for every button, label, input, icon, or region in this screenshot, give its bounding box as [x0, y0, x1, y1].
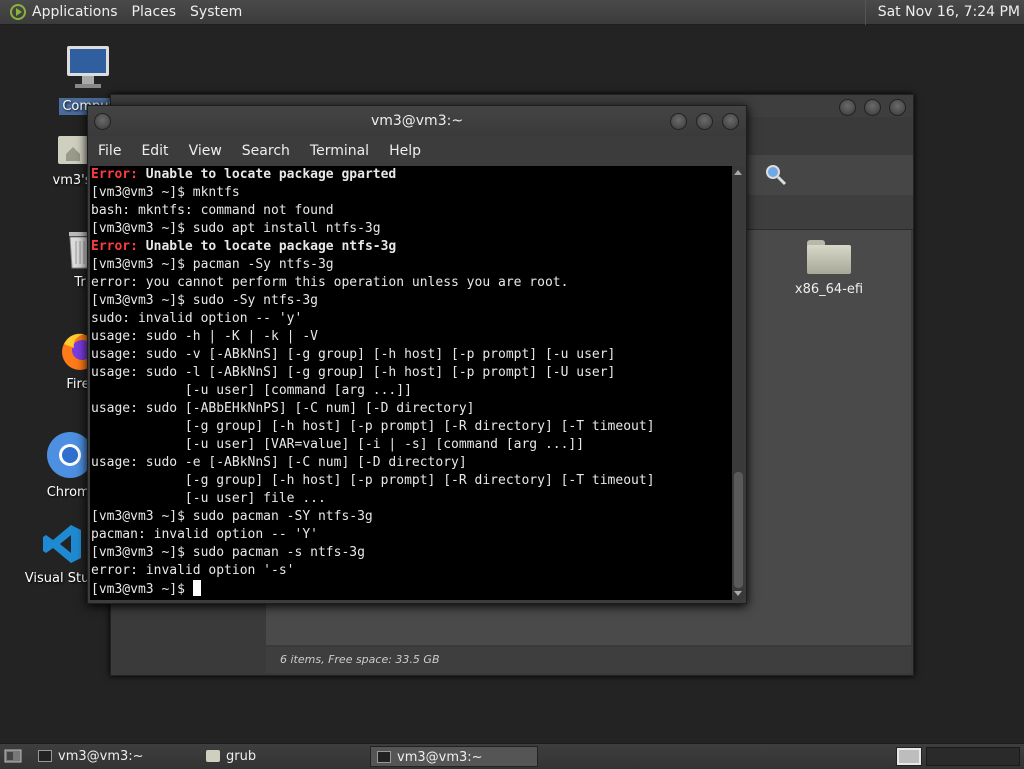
terminal-line-text: [-g group] [-h host] [-p prompt] [-R dir… [91, 419, 655, 434]
folder-item[interactable]: x86_64-efi [774, 240, 884, 297]
workspace-area[interactable] [926, 747, 1020, 766]
terminal-line-text: [vm3@vm3 ~]$ [91, 582, 193, 597]
error-tag: Error: [91, 239, 138, 254]
taskbar-item-terminal-2[interactable]: vm3@vm3:~ [370, 746, 538, 767]
window-title[interactable]: vm3@vm3:~ [88, 106, 746, 136]
terminal-line: [-u user] [command [arg ...]] [91, 382, 732, 400]
terminal-line: sudo: invalid option -- 'y' [91, 310, 732, 328]
terminal-line-text: [vm3@vm3 ~]$ pacman -Sy ntfs-3g [91, 257, 334, 272]
terminal-line: [-u user] [VAR=value] [-i | -s] [command… [91, 436, 732, 454]
computer-icon [67, 46, 109, 88]
menu-file[interactable]: File [98, 143, 121, 159]
folder-icon [206, 750, 220, 762]
terminal-line: [-g group] [-h host] [-p prompt] [-R dir… [91, 472, 732, 490]
terminal-line-text: error: you cannot perform this operation… [91, 275, 569, 290]
terminal-line-text: sudo: invalid option -- 'y' [91, 311, 303, 326]
close-button[interactable] [722, 113, 739, 130]
terminal-line: usage: sudo [-ABbEHkNnPS] [-C num] [-D d… [91, 400, 732, 418]
terminal-line: [vm3@vm3 ~]$ pacman -Sy ntfs-3g [91, 256, 732, 274]
terminal-line-text: [-g group] [-h host] [-p prompt] [-R dir… [91, 473, 655, 488]
clock[interactable]: Sat Nov 16, 7:24 PM [864, 0, 1020, 25]
terminal-icon [38, 750, 52, 762]
scroll-up-arrow-icon[interactable] [734, 170, 742, 175]
terminal-line-text: [vm3@vm3 ~]$ mkntfs [91, 185, 240, 200]
terminal-line: [vm3@vm3 ~]$ [91, 580, 732, 598]
terminal-line-text: usage: sudo -l [-ABkNnS] [-g group] [-h … [91, 365, 616, 380]
terminal-line-text: Unable to locate package gparted [137, 167, 397, 182]
menu-places[interactable]: Places [132, 4, 177, 20]
error-tag: Error: [91, 167, 138, 182]
terminal-line: pacman: invalid option -- 'Y' [91, 526, 732, 544]
show-desktop-icon[interactable] [4, 748, 22, 764]
terminal-line-text: [-u user] [command [arg ...]] [91, 383, 412, 398]
taskbar-item-label: vm3@vm3:~ [58, 749, 144, 764]
close-button[interactable] [889, 99, 906, 116]
terminal-line: [vm3@vm3 ~]$ sudo pacman -s ntfs-3g [91, 544, 732, 562]
terminal-line-text: usage: sudo -e [-ABkNnS] [-C num] [-D di… [91, 455, 467, 470]
terminal-window[interactable]: vm3@vm3:~ File Edit View Search Terminal… [87, 105, 747, 604]
taskbar-item-label: grub [226, 749, 257, 764]
scroll-down-arrow-icon[interactable] [734, 591, 742, 596]
taskbar-item-terminal-1[interactable]: vm3@vm3:~ [32, 746, 200, 767]
terminal-line: usage: sudo -e [-ABkNnS] [-C num] [-D di… [91, 454, 732, 472]
home-folder-icon [58, 136, 88, 164]
minimize-button[interactable] [839, 99, 856, 116]
terminal-line-text: Unable to locate package ntfs-3g [137, 239, 397, 254]
top-panel: Applications Places System Sat Nov 16, 7… [0, 0, 1024, 25]
terminal-line: [vm3@vm3 ~]$ sudo -Sy ntfs-3g [91, 292, 732, 310]
menu-system[interactable]: System [190, 4, 242, 20]
terminal-line: usage: sudo -l [-ABkNnS] [-g group] [-h … [91, 364, 732, 382]
menu-search[interactable]: Search [242, 143, 290, 159]
terminal-line: error: you cannot perform this operation… [91, 274, 732, 292]
text-cursor [192, 580, 201, 596]
terminal-line-text: pacman: invalid option -- 'Y' [91, 527, 318, 542]
distro-logo-icon[interactable] [10, 4, 26, 20]
terminal-line: usage: sudo -h | -K | -k | -V [91, 328, 732, 346]
terminal-line: [-g group] [-h host] [-p prompt] [-R dir… [91, 418, 732, 436]
scroll-thumb[interactable] [734, 472, 743, 588]
terminal-line: [vm3@vm3 ~]$ mkntfs [91, 184, 732, 202]
maximize-button[interactable] [864, 99, 881, 116]
vscode-icon [43, 525, 81, 563]
bottom-panel: vm3@vm3:~ grub vm3@vm3:~ [0, 743, 1024, 769]
terminal-line-text: usage: sudo -h | -K | -k | -V [91, 329, 318, 344]
workspace-switcher-icon[interactable] [896, 747, 922, 766]
terminal-line: usage: sudo -v [-ABkNnS] [-g group] [-h … [91, 346, 732, 364]
terminal-line: [vm3@vm3 ~]$ sudo pacman -SY ntfs-3g [91, 508, 732, 526]
terminal-icon [377, 751, 391, 763]
terminal-line-text: error: invalid option '-s' [91, 563, 295, 578]
folder-label: x86_64-efi [794, 282, 864, 297]
terminal-line-text: usage: sudo [-ABbEHkNnPS] [-C num] [-D d… [91, 401, 475, 416]
minimize-button[interactable] [670, 113, 687, 130]
search-icon[interactable] [764, 163, 788, 187]
menu-applications[interactable]: Applications [32, 4, 118, 20]
maximize-button[interactable] [696, 113, 713, 130]
terminal-line: Error: Unable to locate package gparted [91, 166, 732, 184]
terminal-line-text: [-u user] [VAR=value] [-i | -s] [command… [91, 437, 585, 452]
terminal-line-text: [vm3@vm3 ~]$ sudo apt install ntfs-3g [91, 221, 381, 236]
terminal-line: error: invalid option '-s' [91, 562, 732, 580]
taskbar-item-grub[interactable]: grub [200, 746, 368, 767]
terminal-line: [-u user] file ... [91, 490, 732, 508]
terminal-line: [vm3@vm3 ~]$ sudo apt install ntfs-3g [91, 220, 732, 238]
terminal-line-text: bash: mkntfs: command not found [91, 203, 334, 218]
terminal-output[interactable]: Error: Unable to locate package gparted[… [90, 166, 732, 600]
menu-edit[interactable]: Edit [141, 143, 168, 159]
taskbar-item-label: vm3@vm3:~ [397, 750, 483, 765]
terminal-line-text: [vm3@vm3 ~]$ sudo -Sy ntfs-3g [91, 293, 318, 308]
terminal-line-text: [vm3@vm3 ~]$ sudo pacman -SY ntfs-3g [91, 509, 373, 524]
terminal-line-text: usage: sudo -v [-ABkNnS] [-g group] [-h … [91, 347, 616, 362]
terminal-line-text: [vm3@vm3 ~]$ sudo pacman -s ntfs-3g [91, 545, 365, 560]
window-menu-button[interactable] [94, 113, 111, 130]
terminal-line-text: [-u user] file ... [91, 491, 326, 506]
terminal-scrollbar[interactable] [732, 166, 745, 600]
terminal-line: bash: mkntfs: command not found [91, 202, 732, 220]
terminal-menubar: File Edit View Search Terminal Help [88, 136, 746, 166]
menu-view[interactable]: View [189, 143, 222, 159]
menu-help[interactable]: Help [389, 143, 421, 159]
menu-terminal[interactable]: Terminal [310, 143, 369, 159]
terminal-line: Error: Unable to locate package ntfs-3g [91, 238, 732, 256]
status-bar: 6 items, Free space: 33.5 GB [266, 647, 911, 673]
folder-icon [807, 240, 851, 274]
